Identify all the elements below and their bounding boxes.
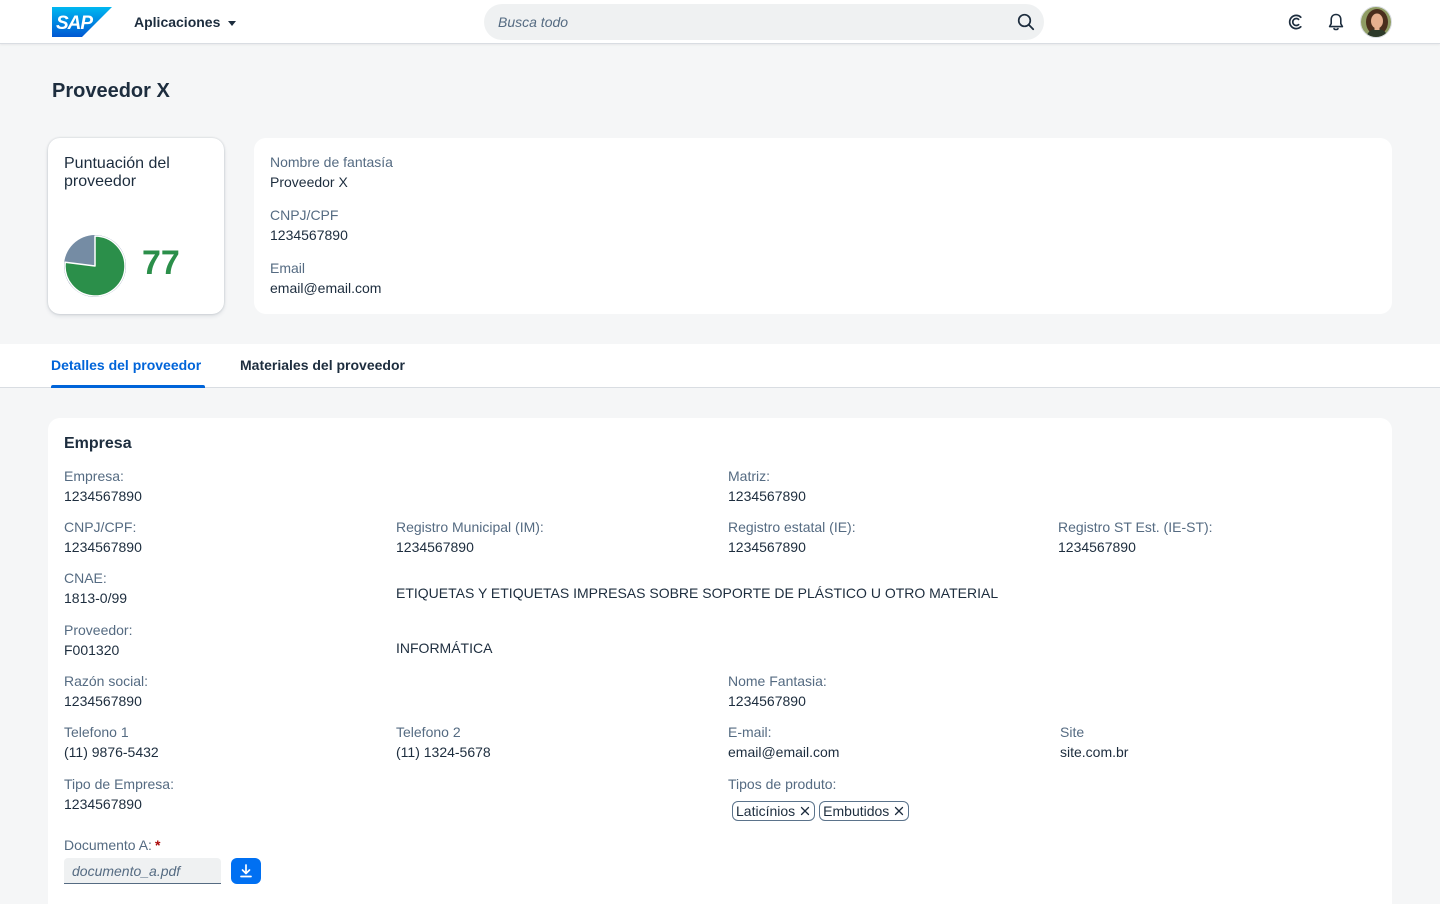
field-label: Empresa: <box>64 468 124 484</box>
info-value: Proveedor X <box>270 174 348 190</box>
field-value: 1234567890 <box>64 796 142 812</box>
close-icon[interactable] <box>799 805 811 817</box>
field-label: Tipos de produto: <box>728 776 837 792</box>
cnae-description: ETIQUETAS Y ETIQUETAS IMPRESAS SOBRE SOP… <box>396 585 999 601</box>
field-label: E-mail: <box>728 724 772 740</box>
field-cnae: CNAE: 1813-0/99 <box>64 570 127 606</box>
info-label: Nombre de fantasía <box>270 154 393 170</box>
field-value: 1234567890 <box>64 539 142 555</box>
field-registro-municipal: Registro Municipal (IM): 1234567890 <box>396 519 544 555</box>
field-razon-social: Razón social: 1234567890 <box>64 673 148 709</box>
field-tipos-produto: Tipos de produto: <box>728 776 836 792</box>
required-marker: * <box>154 837 161 853</box>
product-type-tokens: Laticínios Embutidos <box>732 801 910 821</box>
field-value: F001320 <box>64 642 120 658</box>
field-cnpj-cpf: CNPJ/CPF: 1234567890 <box>64 519 142 555</box>
field-nome-fantasia: Nome Fantasia: 1234567890 <box>728 673 827 709</box>
token-embutidos[interactable]: Embutidos <box>819 801 910 821</box>
search-icon[interactable] <box>1017 13 1035 31</box>
field-matriz: Matriz: 1234567890 <box>728 468 806 504</box>
field-label: Telefono 2 <box>396 724 461 740</box>
download-button[interactable] <box>231 858 261 884</box>
field-empresa: Empresa: 1234567890 <box>64 468 142 504</box>
search-input[interactable] <box>498 4 998 40</box>
proveedor-description: INFORMÁTICA <box>396 640 493 656</box>
field-registro-estatal: Registro estatal (IE): 1234567890 <box>728 519 856 555</box>
field-label: Telefono 1 <box>64 724 129 740</box>
score-title: Puntuación del proveedor <box>64 155 170 190</box>
info-field-email: Email email@email.com <box>270 260 381 296</box>
field-proveedor: Proveedor: F001320 <box>64 622 132 658</box>
field-label: Razón social: <box>64 673 149 689</box>
field-label: CNPJ/CPF: <box>64 519 137 535</box>
field-telefono-2: Telefono 2 (11) 1324-5678 <box>396 724 491 760</box>
field-label: Site <box>1060 724 1085 740</box>
field-value: (11) 9876-5432 <box>64 744 159 760</box>
field-value: (11) 1324-5678 <box>396 744 491 760</box>
field-label: Registro Municipal (IM): <box>396 519 544 535</box>
copilot-icon[interactable] <box>1286 12 1306 32</box>
tab-bar: Detalles del proveedor Materiales del pr… <box>0 344 1440 388</box>
field-email: E-mail: email@email.com <box>728 724 839 760</box>
tab-supplier-materials[interactable]: Materiales del proveedor <box>240 344 405 387</box>
field-label: Documento A: * <box>64 837 160 853</box>
field-label: CNAE: <box>64 570 107 586</box>
info-label: Email <box>270 260 306 276</box>
field-value: 1234567890 <box>64 488 142 504</box>
section-title: Empresa <box>64 435 132 452</box>
sap-logo[interactable]: SAP <box>52 7 112 37</box>
token-laticinios[interactable]: Laticínios <box>732 801 816 821</box>
applications-menu[interactable]: Aplicaciones <box>134 13 237 31</box>
field-value: site.com.br <box>1060 744 1129 760</box>
info-field-fantasy-name: Nombre de fantasía Proveedor X <box>270 154 393 190</box>
token-label: Laticínios <box>736 803 796 819</box>
page-title: Proveedor X <box>52 80 170 102</box>
field-label: Nome Fantasia: <box>728 673 827 689</box>
field-value: 1234567890 <box>728 693 806 709</box>
token-label: Embutidos <box>823 803 890 819</box>
field-value: 1234567890 <box>1058 539 1136 555</box>
score-pie-chart <box>64 235 126 297</box>
score-value: 77 <box>142 244 180 282</box>
shell-bar: SAP Aplicaciones <box>0 0 1440 44</box>
documento-label: Documento A: <box>64 837 152 853</box>
field-value: 1234567890 <box>396 539 474 555</box>
supplier-info-card: Nombre de fantasía Proveedor X CNPJ/CPF … <box>254 138 1392 314</box>
field-value: 1813-0/99 <box>64 590 128 606</box>
company-section-card: Empresa Empresa: 1234567890 Matriz: 1234… <box>48 418 1392 904</box>
applications-label: Aplicaciones <box>134 14 221 30</box>
caret-down-icon <box>228 20 237 26</box>
field-site: Site site.com.br <box>1060 724 1128 760</box>
field-tipo-empresa: Tipo de Empresa: 1234567890 <box>64 776 174 812</box>
logo-text: SAP <box>56 13 93 34</box>
field-documento-a: Documento A: * <box>64 837 160 853</box>
field-label: Tipo de Empresa: <box>64 776 174 792</box>
score-card: Puntuación del proveedor 77 <box>48 138 224 314</box>
download-icon <box>240 864 252 878</box>
field-value: email@email.com <box>728 744 840 760</box>
field-label: Proveedor: <box>64 622 133 638</box>
document-file-input[interactable] <box>64 858 221 884</box>
user-avatar-icon <box>1361 7 1391 37</box>
field-label: Registro ST Est. (IE-ST): <box>1058 519 1213 535</box>
bell-icon[interactable] <box>1326 12 1346 32</box>
close-icon[interactable] <box>893 805 905 817</box>
field-registro-st: Registro ST Est. (IE-ST): 1234567890 <box>1058 519 1213 555</box>
field-telefono-1: Telefono 1 (11) 9876-5432 <box>64 724 159 760</box>
info-field-cnpj: CNPJ/CPF 1234567890 <box>270 207 348 243</box>
tab-supplier-details[interactable]: Detalles del proveedor <box>51 344 205 388</box>
field-label: Registro estatal (IE): <box>728 519 856 535</box>
info-label: CNPJ/CPF <box>270 207 339 223</box>
field-value: 1234567890 <box>728 539 806 555</box>
field-value: 1234567890 <box>64 693 142 709</box>
global-search <box>484 4 1044 40</box>
info-value: 1234567890 <box>270 227 348 243</box>
field-label: Matriz: <box>728 468 770 484</box>
avatar[interactable] <box>1360 6 1392 38</box>
field-value: 1234567890 <box>728 488 806 504</box>
info-value: email@email.com <box>270 280 382 296</box>
